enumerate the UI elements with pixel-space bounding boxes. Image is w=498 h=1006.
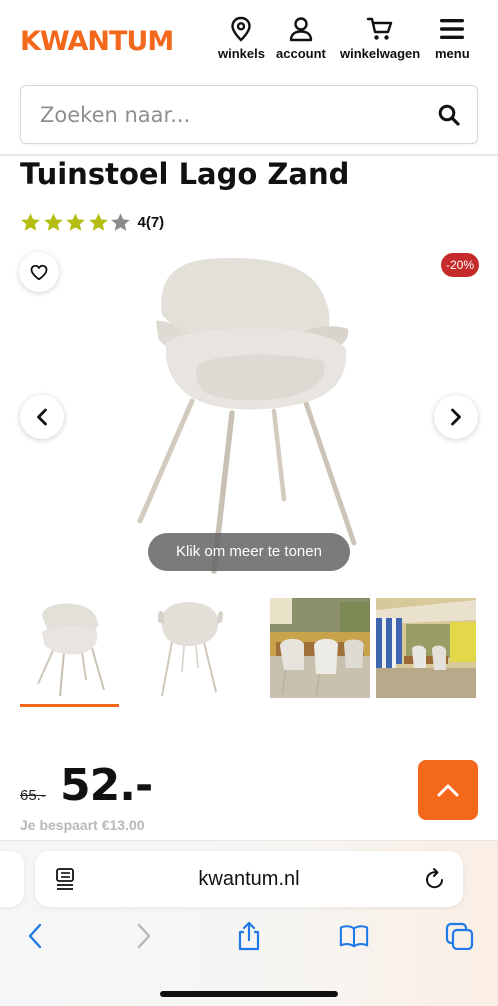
search-button[interactable]: [437, 103, 461, 127]
reload-icon[interactable]: [424, 867, 446, 891]
chair-front-thumbnail[interactable]: [20, 598, 120, 698]
chevron-right-icon: [451, 408, 461, 426]
url-text: kwantum.nl: [198, 868, 300, 890]
address-bar[interactable]: kwantum.nl: [35, 851, 463, 907]
thumbnail-strip: [0, 598, 498, 710]
header-divider: [0, 154, 498, 156]
discount-badge: -20%: [441, 253, 479, 277]
share-icon: [238, 921, 260, 951]
product-gallery: -20% Klik om meer te tonen: [0, 245, 498, 585]
nav-menu-label: menu: [435, 46, 470, 61]
home-indicator: [160, 991, 338, 997]
nav-account-label: account: [276, 46, 326, 61]
scroll-to-top-button[interactable]: [418, 760, 478, 820]
browser-toolbar: kwantum.nl: [0, 840, 498, 1006]
nav-account-button[interactable]: account: [276, 16, 326, 61]
nav-stores-label: winkels: [218, 46, 265, 61]
cart-icon: [366, 17, 393, 40]
hamburger-menu-icon: [440, 19, 465, 39]
nav-cart-label: winkelwagen: [340, 46, 421, 61]
chevron-up-icon: [437, 784, 459, 797]
kwantum-logo[interactable]: KWANTUM: [20, 26, 174, 57]
star-filled-icon: [21, 213, 40, 231]
tabs-icon: [445, 922, 474, 950]
previous-image-button[interactable]: [20, 395, 64, 439]
expand-image-hint[interactable]: Klik om meer te tonen: [148, 533, 350, 571]
nav-cart-button[interactable]: winkelwagen: [340, 16, 420, 61]
book-icon: [339, 925, 369, 948]
previous-tab-preview[interactable]: [0, 851, 24, 907]
current-price: 52.-: [60, 760, 153, 811]
old-price: 65.-: [20, 787, 46, 804]
star-empty-icon: [111, 213, 130, 231]
savings-text: Je bespaart €13.00: [20, 817, 145, 833]
selected-thumbnail-indicator: [20, 704, 119, 707]
search-bar: [20, 85, 478, 144]
favorite-button[interactable]: [19, 252, 59, 292]
share-button[interactable]: [234, 921, 264, 951]
search-icon: [438, 104, 460, 126]
next-image-button[interactable]: [434, 395, 478, 439]
star-filled-icon: [43, 213, 63, 231]
rating-summary: 4(7): [137, 214, 165, 231]
nav-stores-button[interactable]: winkels: [218, 16, 265, 61]
tabs-button[interactable]: [445, 921, 475, 951]
star-filled-icon: [66, 213, 85, 231]
search-input[interactable]: [40, 98, 420, 132]
product-title: Tuinstoel Lago Zand: [20, 157, 350, 191]
heart-icon: [30, 264, 48, 280]
browser-forward-button[interactable]: [129, 921, 159, 951]
chair-back-thumbnail[interactable]: [138, 598, 238, 698]
browser-back-button[interactable]: [20, 921, 50, 951]
chevron-left-icon: [28, 923, 42, 949]
map-pin-icon: [231, 16, 252, 42]
nav-menu-button[interactable]: menu: [435, 16, 470, 61]
product-image-chair[interactable]: [128, 253, 368, 575]
user-icon: [289, 17, 313, 42]
bookmarks-button[interactable]: [339, 921, 369, 951]
star-filled-icon: [88, 213, 108, 231]
chevron-right-icon: [137, 923, 151, 949]
site-header: KWANTUM winkels account winkelwagen menu: [0, 0, 498, 78]
chevron-left-icon: [37, 408, 47, 426]
garden-photo-thumbnail[interactable]: [376, 598, 476, 698]
product-rating[interactable]: 4(7): [20, 212, 164, 233]
dining-table-photo-thumbnail[interactable]: [270, 598, 370, 698]
price-block: 65.- 52.- Je bespaart €13.00: [20, 760, 480, 840]
